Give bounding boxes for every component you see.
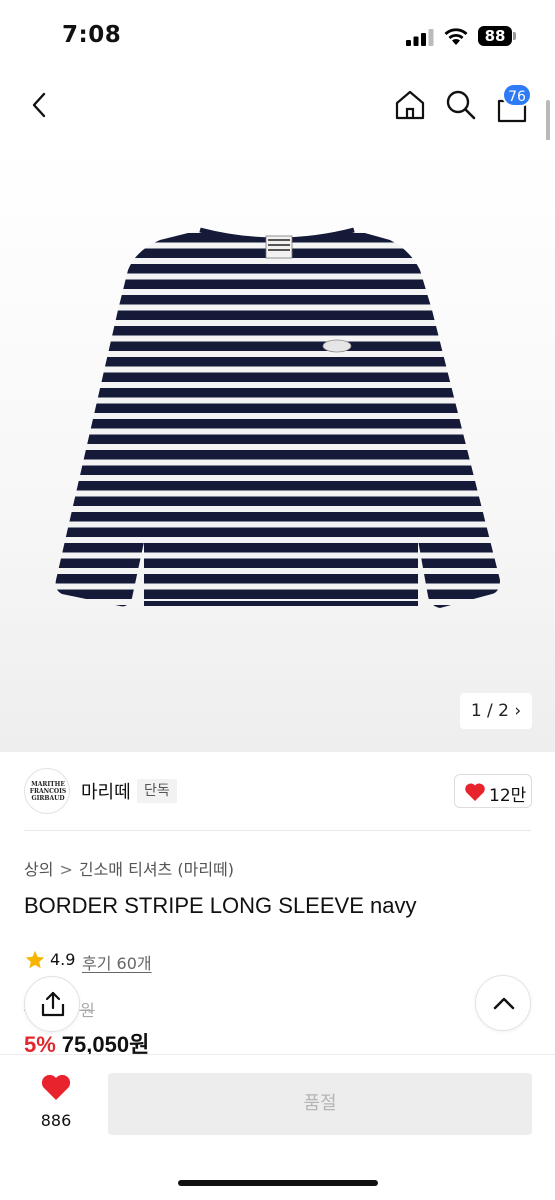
- status-bar: 7:08 88: [0, 0, 555, 70]
- product-image-gallery[interactable]: 1 / 2 ›: [0, 140, 555, 752]
- divider: [24, 830, 531, 831]
- brand-logo[interactable]: MARITHE FRANCOIS GIRBAUD: [24, 768, 70, 814]
- heart-icon: [41, 1074, 71, 1100]
- chevron-right-icon: >: [59, 860, 73, 879]
- home-icon[interactable]: [393, 88, 427, 122]
- brand-like-button[interactable]: 12만: [454, 774, 532, 808]
- brand-logo-text: MARITHE FRANCOIS GIRBAUD: [29, 781, 67, 802]
- wishlist-count: 886: [40, 1111, 72, 1130]
- star-icon: [25, 950, 45, 969]
- wifi-icon: [444, 28, 468, 45]
- bottom-action-bar: 886 품절: [0, 1054, 555, 1200]
- brand-name[interactable]: 마리떼: [81, 778, 131, 804]
- wishlist-button[interactable]: 886: [24, 1071, 88, 1141]
- brand-row[interactable]: MARITHE FRANCOIS GIRBAUD 마리떼 단독 12만: [0, 752, 555, 832]
- search-icon[interactable]: [444, 88, 478, 122]
- cart-count-badge: 76: [502, 83, 532, 107]
- battery-level: 88: [478, 26, 512, 46]
- breadcrumb-category[interactable]: 상의: [24, 856, 53, 880]
- heart-icon: [465, 783, 485, 801]
- sold-out-button[interactable]: 품절: [108, 1073, 532, 1135]
- exclusive-badge: 단독: [137, 779, 177, 803]
- image-pager-indicator[interactable]: 1 / 2 ›: [460, 693, 532, 729]
- nav-bar: [0, 70, 555, 140]
- back-arrow-icon[interactable]: [26, 90, 54, 120]
- breadcrumb-subcategory[interactable]: 긴소매 티셔츠 (마리떼): [79, 856, 234, 880]
- review-link[interactable]: 후기 60개: [82, 950, 152, 974]
- product-photo: [55, 227, 500, 608]
- status-time: 7:08: [62, 22, 122, 48]
- chevron-up-icon: [493, 997, 515, 1010]
- battery-icon: 88: [478, 26, 518, 46]
- share-button[interactable]: [24, 976, 80, 1032]
- rating-score: 4.9: [50, 950, 76, 969]
- cellular-signal-icon: [406, 29, 434, 46]
- home-indicator: [178, 1180, 378, 1186]
- brand-like-count: 12만: [489, 786, 527, 806]
- share-icon: [41, 991, 65, 1017]
- product-title: BORDER STRIPE LONG SLEEVE navy: [24, 893, 417, 918]
- scroll-to-top-button[interactable]: [475, 975, 531, 1031]
- breadcrumb: 상의 > 긴소매 티셔츠 (마리떼): [24, 856, 234, 880]
